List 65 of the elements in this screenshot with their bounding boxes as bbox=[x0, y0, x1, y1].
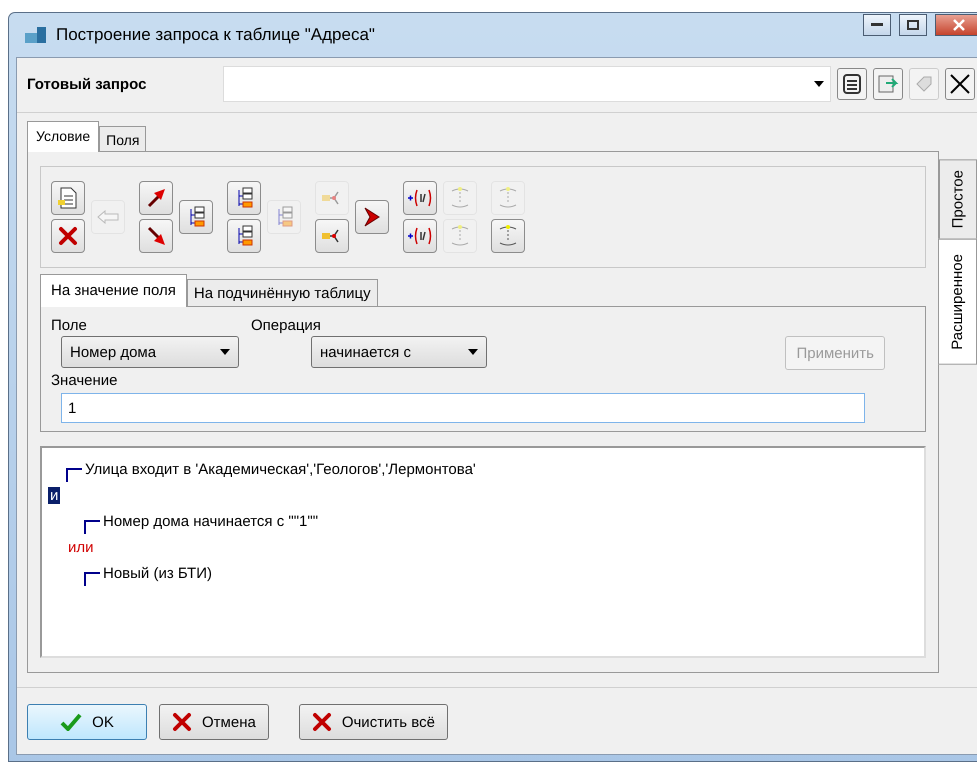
bracket-range-icon bbox=[407, 187, 433, 209]
dropdown-arrow-icon bbox=[814, 81, 824, 87]
toolbar-button[interactable] bbox=[51, 181, 85, 215]
tab[interactable]: На подчинённую таблицу bbox=[186, 279, 378, 306]
database-icon bbox=[24, 25, 48, 45]
side-tab[interactable]: Простое bbox=[939, 159, 977, 240]
field-label: Поле bbox=[51, 317, 88, 334]
cancel-button[interactable]: Отмена bbox=[159, 704, 269, 740]
tab[interactable]: На значение поля bbox=[40, 274, 187, 307]
minimize-button[interactable] bbox=[863, 14, 891, 36]
dropdown-arrow-icon bbox=[468, 349, 478, 355]
left-arrow-icon bbox=[97, 210, 119, 224]
ok-button[interactable]: OK bbox=[27, 704, 147, 740]
save-icon bbox=[842, 73, 862, 95]
toolbar-button[interactable] bbox=[403, 219, 437, 253]
field-dropdown[interactable]: Номер дома bbox=[61, 336, 239, 368]
side-tab[interactable]: Расширенное bbox=[938, 239, 977, 366]
down-arrow-icon bbox=[145, 225, 167, 247]
toolbar-button[interactable] bbox=[227, 181, 261, 215]
query-action-button[interactable] bbox=[837, 68, 867, 100]
condition-label[interactable]: Номер дома начинается с ""1"" bbox=[103, 512, 318, 530]
tab[interactable]: Поля bbox=[99, 126, 146, 151]
toolbar-button[interactable] bbox=[179, 200, 213, 234]
tree-connector bbox=[84, 572, 100, 586]
close-icon bbox=[953, 19, 965, 31]
chevron-icon bbox=[362, 206, 382, 228]
toolbar-button[interactable] bbox=[403, 181, 437, 215]
tree-connector bbox=[84, 520, 100, 534]
query-action-button[interactable] bbox=[945, 68, 975, 100]
check-icon bbox=[60, 713, 82, 731]
tag-icon bbox=[914, 74, 934, 94]
dropdown-arrow-icon bbox=[220, 349, 230, 355]
value-field[interactable]: 1 bbox=[61, 393, 865, 423]
cross-icon bbox=[312, 712, 332, 732]
bracket-icon bbox=[497, 224, 519, 248]
toolbar-button[interactable] bbox=[139, 181, 173, 215]
cancel-button[interactable]: Очистить всё bbox=[298, 704, 448, 740]
cross-icon bbox=[58, 226, 78, 246]
maximize-button[interactable] bbox=[899, 14, 927, 36]
tree-connector bbox=[66, 468, 82, 482]
bracket-icon bbox=[449, 186, 471, 210]
bracket-icon bbox=[449, 224, 471, 248]
operation-dropdown[interactable]: начинается с bbox=[311, 336, 487, 368]
bracket-icon bbox=[497, 186, 519, 210]
value-label: Значение bbox=[51, 372, 119, 389]
ready-query-label: Готовый запрос bbox=[27, 76, 148, 92]
cross-icon bbox=[172, 712, 192, 732]
close-icon bbox=[949, 73, 971, 95]
toolbar-button[interactable] bbox=[355, 200, 389, 234]
bracket-range-icon bbox=[407, 225, 433, 247]
close-button[interactable] bbox=[935, 14, 977, 36]
maximize-icon bbox=[907, 20, 919, 30]
condition-label[interactable]: Улица входит в 'Академическая','Геологов','Лермонтова' bbox=[85, 460, 476, 478]
toolbar-button[interactable] bbox=[139, 219, 173, 253]
toolbar-button[interactable] bbox=[491, 219, 525, 253]
up-arrow-icon bbox=[145, 187, 167, 209]
toolbar-button[interactable] bbox=[51, 219, 85, 253]
minimize-icon bbox=[871, 23, 883, 27]
condition-label[interactable]: Новый (из БТИ) bbox=[103, 564, 212, 582]
tab[interactable]: Условие bbox=[27, 121, 100, 152]
window-title: Построение запроса к таблице "Адреса" bbox=[56, 25, 376, 45]
operation-label: Операция bbox=[251, 317, 322, 334]
toolbar-button[interactable] bbox=[227, 219, 261, 253]
operator-label[interactable]: и bbox=[48, 486, 60, 504]
operator-label[interactable]: или bbox=[66, 538, 96, 556]
